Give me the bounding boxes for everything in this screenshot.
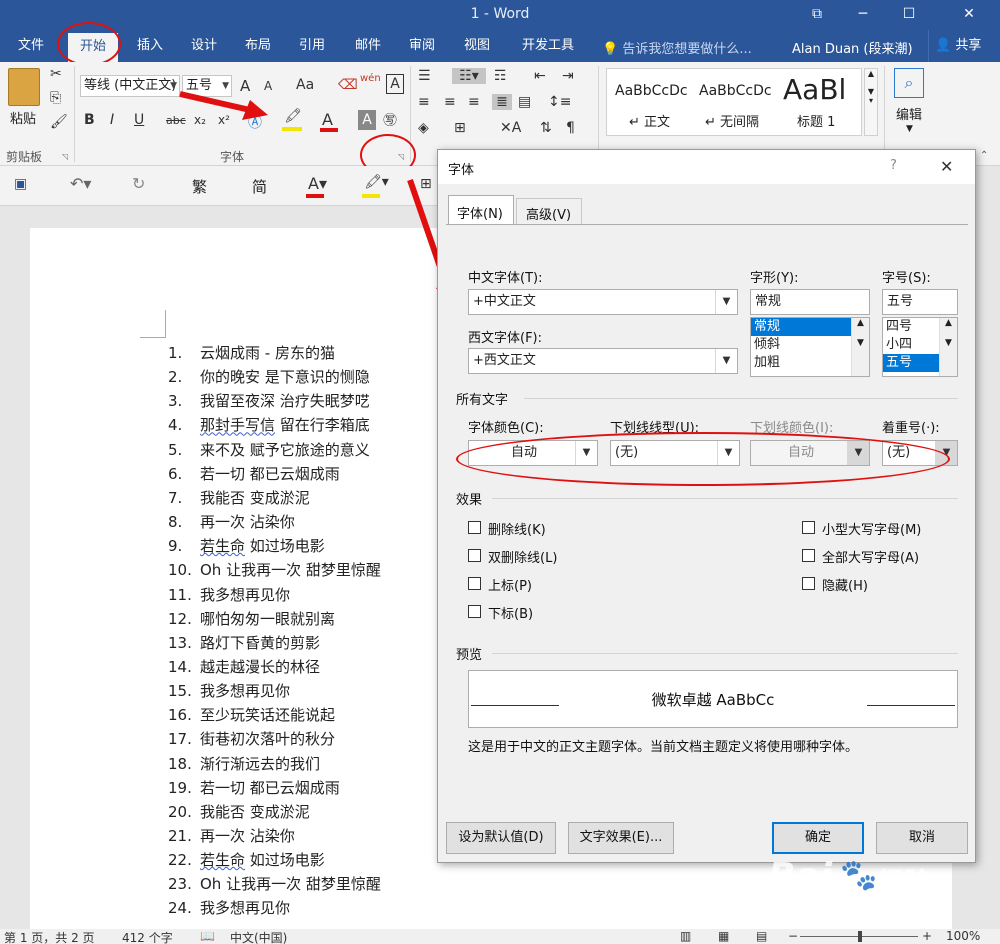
word-count[interactable]: 412 个字: [122, 929, 173, 944]
checkbox[interactable]: [802, 577, 815, 590]
emphasis-label: 着重号(·):: [882, 421, 940, 436]
list-scrollbar[interactable]: ▲ ▼: [939, 318, 957, 376]
preview-label: 预览: [456, 648, 483, 663]
tab-font-label: 字体(N): [457, 207, 503, 222]
section-divider: [492, 653, 958, 654]
chevron-down-icon: ▼: [715, 349, 737, 373]
checkbox[interactable]: [802, 521, 815, 534]
checkbox-label: 全部大写字母(A): [822, 551, 920, 566]
zoom-in-icon[interactable]: +: [922, 929, 932, 943]
preview-text: 微软卓越 AaBbCc: [651, 691, 775, 709]
paw-icon: 🐾: [840, 858, 878, 893]
style-list[interactable]: 常规 倾斜 加粗 ▲ ▼: [750, 317, 870, 377]
cn-font-select[interactable]: +中文正文 ▼: [468, 289, 738, 315]
page-count[interactable]: 第 1 页，共 2 页: [4, 929, 95, 944]
style-input[interactable]: 常规: [750, 289, 870, 315]
style-label: 字形(Y):: [750, 271, 799, 286]
tab-divider: [446, 224, 968, 225]
size-value: 五号: [887, 294, 914, 309]
checkbox-label: 上标(P): [488, 579, 532, 594]
checkbox[interactable]: [468, 605, 481, 618]
list-item[interactable]: 常规: [751, 318, 851, 336]
proofing-icon[interactable]: 📖: [200, 929, 215, 943]
watermark-brand: Bai: [768, 856, 833, 897]
zoom-slider-thumb[interactable]: [858, 931, 862, 942]
size-input[interactable]: 五号: [882, 289, 958, 315]
preview-box: 微软卓越 AaBbCc: [468, 670, 958, 728]
checkbox[interactable]: [468, 521, 481, 534]
checkbox[interactable]: [468, 549, 481, 562]
tab-advanced-label: 高级(V): [526, 208, 572, 223]
cn-font-value: +中文正文: [473, 294, 536, 309]
dialog-title: 字体: [448, 163, 475, 178]
checkbox-label: 小型大写字母(M): [822, 523, 922, 538]
help-icon[interactable]: ?: [890, 158, 897, 173]
text-effects-button[interactable]: 文字效果(E)...: [568, 822, 674, 854]
style-value: 常规: [755, 294, 782, 309]
list-scrollbar[interactable]: ▲ ▼: [851, 318, 869, 376]
watermark: Bai 🐾 经验 jingyan.baidu.com: [760, 854, 950, 930]
cn-font-label: 中文字体(T):: [468, 271, 543, 286]
zoom-out-icon[interactable]: −: [788, 929, 798, 943]
tab-advanced[interactable]: 高级(V): [516, 198, 582, 224]
west-font-value: +西文正文: [473, 353, 536, 368]
checkbox-label: 下标(B): [488, 607, 534, 622]
checkbox-label: 双删除线(L): [488, 551, 558, 566]
all-text-label: 所有文字: [456, 393, 509, 408]
read-mode-icon[interactable]: ▥: [680, 929, 691, 943]
size-label: 字号(S):: [882, 271, 931, 286]
list-item[interactable]: 五号: [883, 354, 939, 372]
checkbox-label: 删除线(K): [488, 523, 546, 538]
ok-button[interactable]: 确定: [772, 822, 864, 854]
chevron-down-icon: ▼: [715, 290, 737, 314]
close-icon[interactable]: ✕: [940, 157, 953, 176]
size-list[interactable]: 四号 小四 五号 ▲ ▼: [882, 317, 958, 377]
section-divider: [492, 498, 958, 499]
language[interactable]: 中文(中国): [230, 929, 287, 944]
watermark-brand2: 经验: [878, 868, 931, 898]
font-color-label: 字体颜色(C):: [468, 421, 544, 436]
cancel-button[interactable]: 取消: [876, 822, 968, 854]
watermark-url: jingyan.baidu.com: [770, 902, 916, 918]
checkbox[interactable]: [468, 577, 481, 590]
effects-label: 效果: [456, 493, 483, 508]
tab-font[interactable]: 字体(N): [448, 195, 514, 225]
annotation-ellipse: [456, 432, 950, 486]
west-font-select[interactable]: +西文正文 ▼: [468, 348, 738, 374]
preview-note: 这是用于中文的正文主题字体。当前文档主题定义将使用哪种字体。: [468, 740, 859, 755]
checkbox[interactable]: [802, 549, 815, 562]
section-divider: [524, 398, 958, 399]
web-layout-icon[interactable]: ▤: [756, 929, 767, 943]
checkbox-label: 隐藏(H): [822, 579, 868, 594]
font-dialog: 字体 ? ✕ 字体(N) 高级(V) 中文字体(T): +中文正文 ▼ 西文字体…: [437, 149, 976, 863]
status-bar: 第 1 页，共 2 页 412 个字 📖 中文(中国) ▥ ▦ ▤ − + 10…: [0, 929, 1000, 944]
west-font-label: 西文字体(F):: [468, 331, 543, 346]
set-default-button[interactable]: 设为默认值(D): [446, 822, 556, 854]
dialog-title-bar: 字体 ? ✕: [438, 150, 975, 184]
print-layout-icon[interactable]: ▦: [718, 929, 729, 943]
annotation-arrow: [179, 91, 251, 113]
zoom-level[interactable]: 100%: [946, 929, 980, 943]
